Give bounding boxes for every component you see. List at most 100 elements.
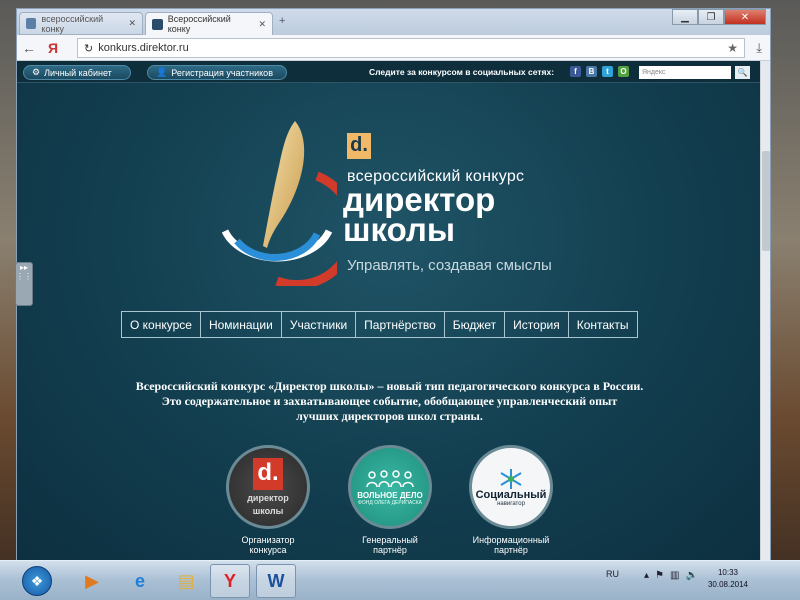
partner-logo[interactable]: ВОЛЬНОЕ ДЕЛО ФОНД ОЛЕГА ДЕРИПАСКА [348, 445, 432, 529]
partner-caption-line: Организатор [241, 535, 295, 545]
taskbar-internet-explorer[interactable]: e [120, 564, 160, 598]
partner-logo[interactable]: d. директор школы [226, 445, 310, 529]
taskbar-word[interactable]: W [256, 564, 296, 598]
taskbar-file-explorer[interactable]: ▤ [166, 564, 206, 598]
logo-title: директор школы [343, 183, 495, 248]
tab-close-icon[interactable]: ✕ [258, 19, 266, 30]
user-icon: 👤 [156, 67, 168, 77]
vk-favicon-icon [26, 18, 37, 29]
partner-logo-text: школы [252, 506, 284, 516]
partner-logo-text: ВОЛЬНОЕ ДЕЛО [357, 490, 423, 500]
scrollbar-thumb[interactable] [762, 151, 770, 251]
media-player-icon: ▶ [85, 570, 99, 591]
partner-logo-subtext: навигатор [497, 500, 525, 507]
folder-icon: ▤ [177, 570, 195, 591]
start-button[interactable]: ❖ [22, 566, 52, 596]
tab-close-icon[interactable]: ✕ [128, 18, 136, 29]
tab-active[interactable]: Всероссийский конку ✕ [145, 12, 273, 35]
personal-cabinet-button[interactable]: ⚙ Личный кабинет [23, 65, 131, 80]
partner-caption-line: Генеральный [362, 535, 418, 545]
partner-caption: Генеральный партнёр [335, 535, 445, 555]
partner-caption: Информационный партнёр [456, 535, 566, 555]
odnoklassniki-icon[interactable]: O [618, 66, 629, 77]
browser-toolbar: ← Я ↻ konkurs.direktor.ru ★ ⤓ [17, 35, 770, 61]
language-indicator[interactable]: RU [606, 569, 619, 579]
close-button[interactable]: ✕ [724, 9, 766, 25]
window-controls: ▁ ❐ ✕ [672, 9, 766, 27]
quill-logo-icon [221, 121, 337, 286]
site-search-input[interactable]: Яндекс [639, 66, 731, 79]
clock-date: 30.08.2014 [707, 580, 749, 589]
system-tray: ▴ ⚑ ▥ 🔈 [644, 570, 698, 581]
vertical-scrollbar[interactable] [760, 61, 770, 561]
side-panel-handle[interactable]: ▸▸ ⋮⋮ [15, 262, 33, 306]
back-button[interactable]: ← [17, 40, 41, 56]
tab-title: Всероссийский конку [167, 14, 231, 34]
taskbar-media-player[interactable]: ▶ [72, 564, 112, 598]
word-icon: W [267, 570, 285, 591]
tab-title: всероссийский конку [41, 13, 104, 34]
yandex-browser-icon: Y [223, 570, 236, 591]
search-icon[interactable]: 🔍 [735, 66, 750, 79]
chevron-right-icon: ▸▸ [19, 263, 29, 272]
partner-general[interactable]: ВОЛЬНОЕ ДЕЛО ФОНД ОЛЕГА ДЕРИПАСКА Генера… [335, 445, 445, 555]
snowflake-icon [500, 468, 522, 489]
downloads-icon[interactable]: ⤓ [756, 40, 762, 56]
grip-icon: ⋮⋮ [16, 272, 32, 281]
facebook-icon[interactable]: f [570, 66, 581, 77]
main-menu: О конкурсе Номинации Участники Партнёрст… [121, 311, 638, 338]
register-participants-button[interactable]: 👤 Регистрация участников [147, 65, 287, 80]
personal-cabinet-label: Личный кабинет [44, 67, 112, 78]
tab-bar: всероссийский конку ✕ Всероссийский конк… [17, 9, 770, 35]
network-icon[interactable]: ▥ [670, 570, 679, 581]
taskbar-yandex-browser[interactable]: Y [210, 564, 250, 598]
partner-logo[interactable]: Социальный навигатор [469, 445, 553, 529]
register-participants-label: Регистрация участников [171, 67, 273, 78]
reload-icon[interactable]: ↻ [84, 42, 93, 55]
vkontakte-icon[interactable]: В [586, 66, 597, 77]
menu-item-participants[interactable]: Участники [280, 312, 355, 337]
yandex-button[interactable]: Я [41, 40, 65, 56]
clock-time: 10:33 [717, 568, 739, 577]
partner-caption-line: Информационный [472, 535, 550, 545]
menu-item-about[interactable]: О конкурсе [122, 312, 200, 337]
partner-logo-text: Социальный [475, 488, 547, 501]
partner-organizer[interactable]: d. директор школы Организатор конкурса [213, 445, 323, 555]
logo-title-line2: школы [343, 211, 456, 248]
partner-caption-line: партнёр [373, 545, 407, 555]
partner-caption: Организатор конкурса [213, 535, 323, 555]
partner-information[interactable]: Социальный навигатор Информационный парт… [456, 445, 566, 555]
menu-item-budget[interactable]: Бюджет [443, 312, 504, 337]
bookmark-star-icon[interactable]: ★ [727, 41, 738, 55]
maximize-button[interactable]: ❐ [698, 9, 724, 25]
twitter-icon[interactable]: t [602, 66, 613, 77]
gear-icon: ⚙ [32, 67, 41, 77]
taskbar: ❖ ▶ e ▤ Y W RU ▴ ⚑ ▥ 🔈 10:33 30.08.2014 [0, 560, 800, 600]
menu-item-partnership[interactable]: Партнёрство [355, 312, 444, 337]
system-clock[interactable]: 10:33 30.08.2014 [700, 567, 756, 591]
menu-item-history[interactable]: История [504, 312, 568, 337]
address-text[interactable]: konkurs.direktor.ru [98, 42, 188, 54]
intro-line: Всероссийский конкурс «Директор школы» –… [135, 379, 644, 393]
internet-explorer-icon: e [134, 570, 145, 591]
windows-logo-icon: ❖ [30, 573, 44, 589]
site-topbar: ⚙ Личный кабинет 👤 Регистрация участнико… [17, 61, 762, 83]
browser-window: всероссийский конку ✕ Всероссийский конк… [16, 8, 771, 561]
address-bar[interactable]: ↻ konkurs.direktor.ru ★ [77, 38, 745, 58]
intro-line: Это содержательное и захватывающее событ… [161, 394, 618, 408]
tab-inactive[interactable]: всероссийский конку ✕ [19, 12, 143, 35]
site-favicon-icon [152, 18, 163, 30]
volume-icon[interactable]: 🔈 [685, 570, 697, 581]
chevron-up-icon[interactable]: ▴ [644, 570, 649, 581]
partner-logo-letter: d. [253, 458, 283, 490]
partner-caption-line: конкурса [249, 545, 287, 555]
people-group-icon [366, 469, 414, 487]
partner-logo-subtext: ФОНД ОЛЕГА ДЕРИПАСКА [358, 499, 422, 506]
new-tab-button[interactable]: + [279, 15, 285, 27]
minimize-button[interactable]: ▁ [672, 9, 698, 25]
tagline: Управлять, создавая смыслы [347, 257, 552, 274]
social-label: Следите за конкурсом в социальных сетях: [369, 67, 555, 77]
menu-item-nominations[interactable]: Номинации [199, 312, 281, 337]
menu-item-contacts[interactable]: Контакты [567, 312, 637, 337]
flag-icon[interactable]: ⚑ [655, 570, 664, 581]
